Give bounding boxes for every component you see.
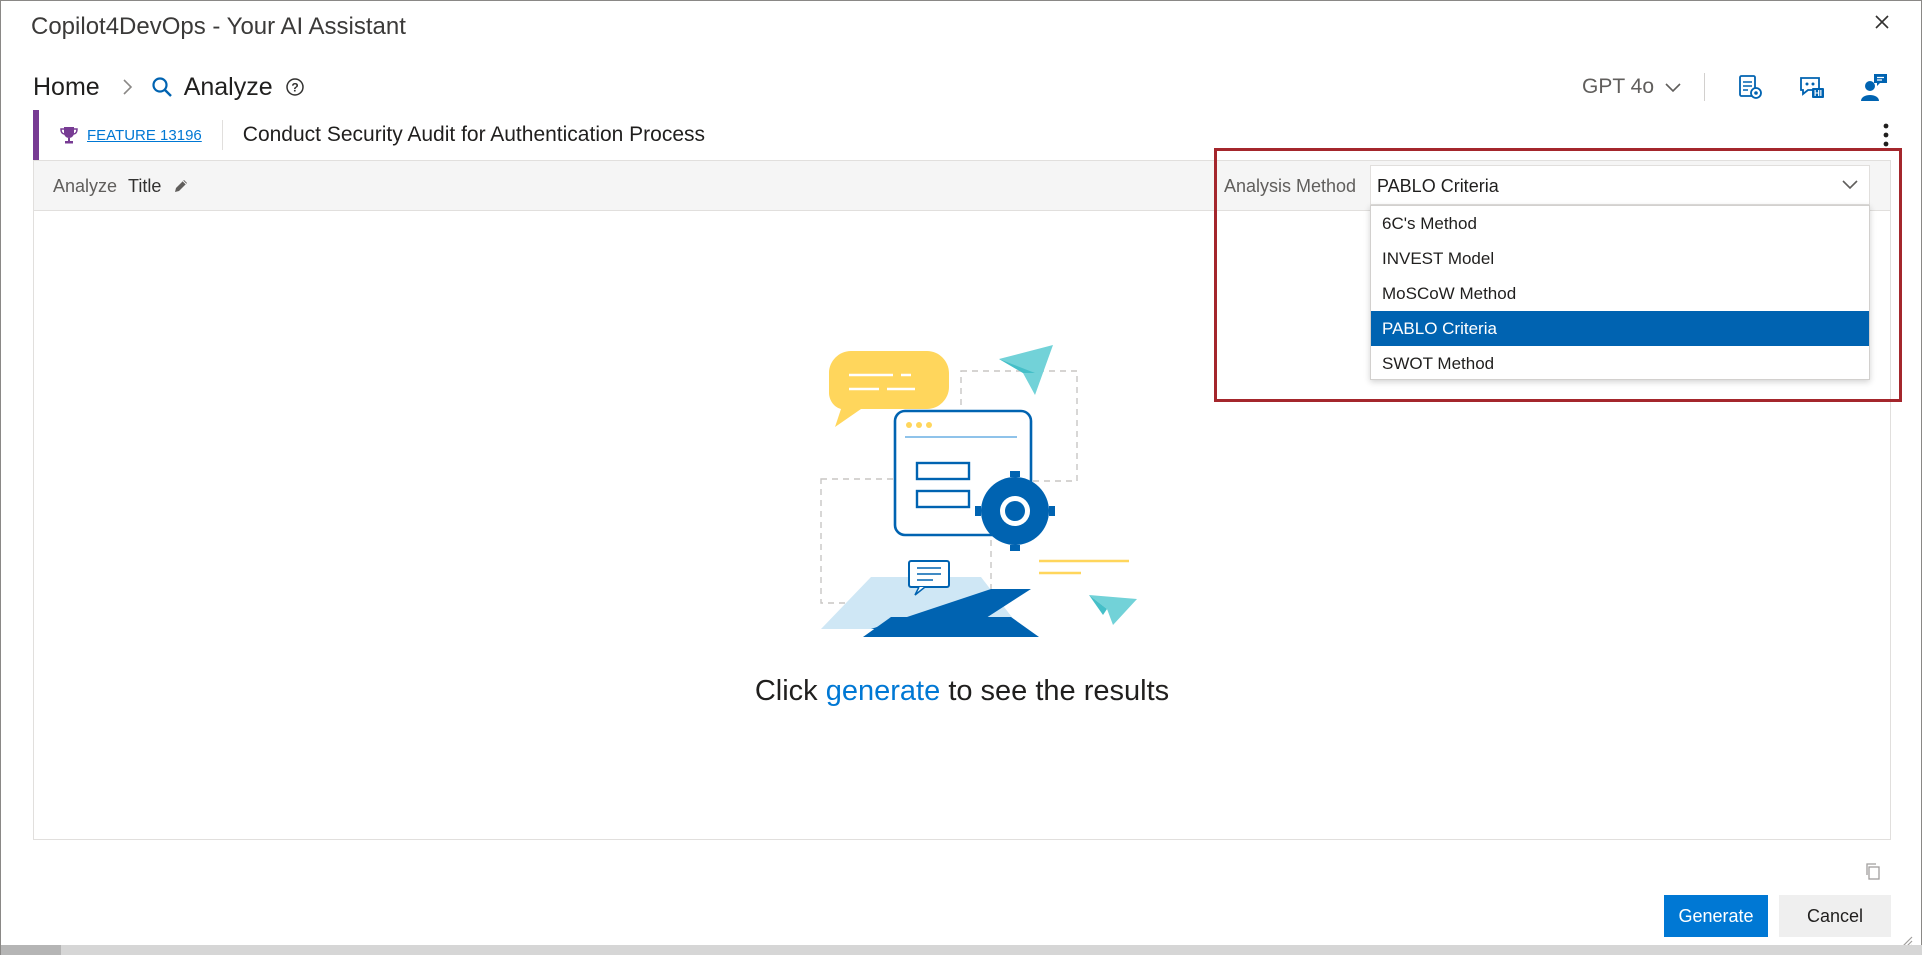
chevron-down-icon: [1842, 180, 1858, 190]
generate-link[interactable]: generate: [826, 675, 941, 707]
feature-divider: [221, 120, 223, 150]
analysis-method-select[interactable]: PABLO Criteria: [1370, 165, 1870, 205]
option-pablo-criteria[interactable]: PABLO Criteria: [1371, 311, 1869, 346]
analysis-method-value: PABLO Criteria: [1377, 176, 1499, 196]
chevron-down-icon: [1665, 83, 1681, 93]
document-settings-icon[interactable]: [1735, 72, 1765, 102]
app-window: Copilot4DevOps - Your AI Assistant Home …: [0, 0, 1922, 955]
chevron-right-icon: [123, 79, 132, 95]
close-icon[interactable]: [1871, 11, 1893, 33]
feature-link[interactable]: FEATURE 13196: [87, 127, 202, 144]
trophy-icon: [60, 127, 78, 144]
analysis-method-dropdown: 6C's Method INVEST Model MoSCoW Method P…: [1370, 205, 1870, 380]
bottom-scrollbar[interactable]: [1, 945, 1922, 955]
chat-assistant-icon[interactable]: HI: [1797, 72, 1827, 102]
breadcrumb-current: Analyze: [183, 72, 273, 101]
header-actions: GPT 4o HI: [1582, 67, 1921, 107]
option-swot-method[interactable]: SWOT Method: [1371, 346, 1869, 381]
empty-state-message: Click generate to see the results: [1, 675, 1922, 708]
svg-text:HI: HI: [1814, 89, 1822, 98]
breadcrumb-home[interactable]: Home: [33, 73, 100, 102]
help-icon[interactable]: ?: [285, 77, 305, 97]
generate-button[interactable]: Generate: [1664, 895, 1768, 937]
breadcrumb: Home Analyze ?: [33, 71, 305, 103]
cancel-button[interactable]: Cancel: [1779, 895, 1891, 937]
option-6cs-method[interactable]: 6C's Method: [1371, 206, 1869, 241]
svg-text:?: ?: [291, 81, 298, 95]
feature-bar: FEATURE 13196 Conduct Security Audit for…: [33, 110, 1891, 160]
scrollbar-thumb[interactable]: [1, 945, 61, 955]
empty-state-illustration: [820, 345, 1137, 637]
more-options-icon[interactable]: [1881, 122, 1891, 148]
header-divider: [1704, 73, 1705, 101]
pencil-icon[interactable]: [172, 177, 190, 195]
window-title: Copilot4DevOps - Your AI Assistant: [31, 13, 406, 40]
analysis-method-label: Analysis Method: [1224, 176, 1357, 196]
analyze-label: Analyze: [53, 176, 118, 196]
option-invest-model[interactable]: INVEST Model: [1371, 241, 1869, 276]
feature-title: Conduct Security Audit for Authenticatio…: [242, 123, 706, 146]
search-icon: [152, 77, 172, 97]
empty-state-suffix: to see the results: [948, 675, 1170, 707]
copy-icon[interactable]: [1863, 861, 1883, 881]
user-feedback-icon[interactable]: [1859, 72, 1889, 102]
option-moscow-method[interactable]: MoSCoW Method: [1371, 276, 1869, 311]
model-select[interactable]: GPT 4o: [1582, 75, 1682, 99]
empty-state-prefix: Click: [754, 675, 818, 707]
model-select-value: GPT 4o: [1582, 75, 1654, 98]
analyze-field: Title: [128, 176, 162, 196]
